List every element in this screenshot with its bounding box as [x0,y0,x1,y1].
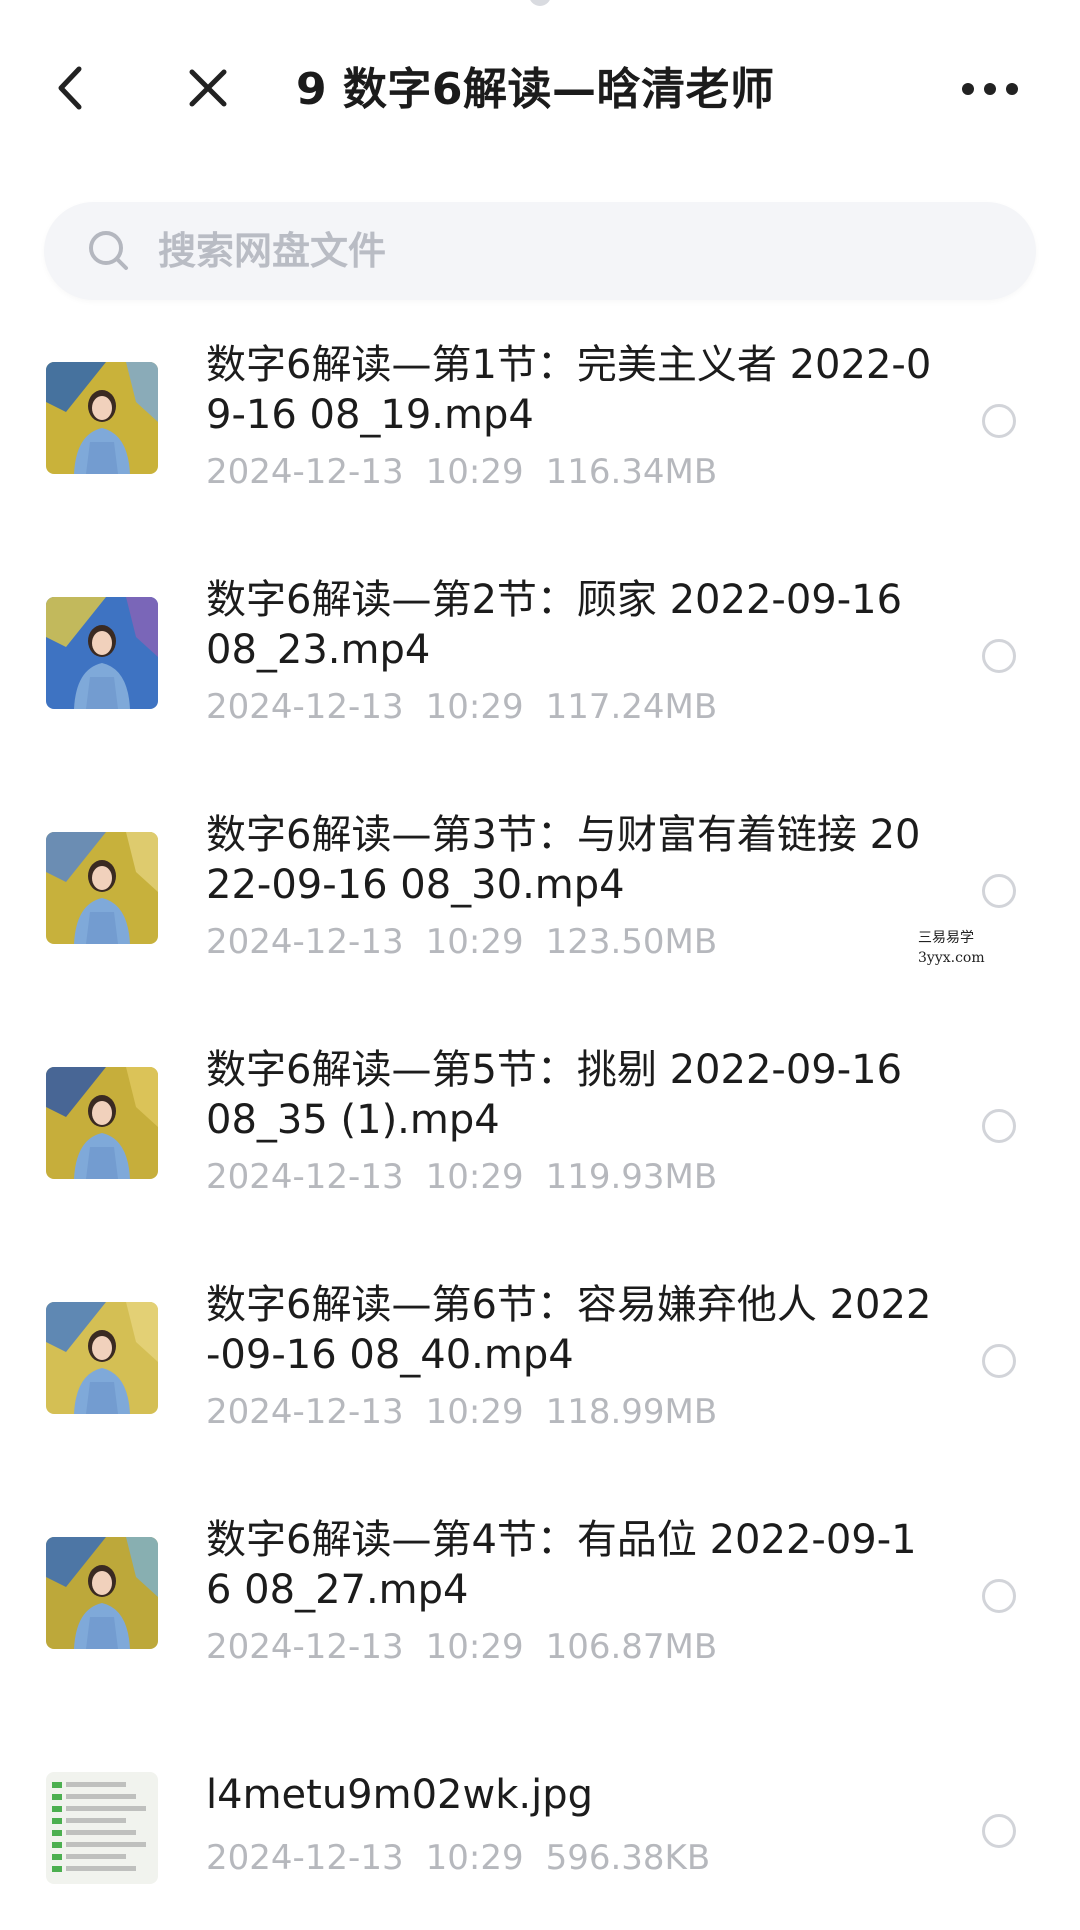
file-size: 123.50MB [545,922,718,962]
file-list-item[interactable]: 数字6解读—第2节：顾家 2022-09-16 08_23.mp4 2024-1… [0,555,1080,790]
file-meta: 2024-12-13 10:29 106.87MB [206,1627,739,1667]
select-radio[interactable] [982,404,1016,438]
file-time: 10:29 [425,452,524,492]
video-thumbnail [46,1302,158,1414]
file-meta: 2024-12-13 10:29 119.93MB [206,1157,739,1197]
file-size: 118.99MB [545,1392,718,1432]
select-radio[interactable] [982,1579,1016,1613]
file-time: 10:29 [425,1157,524,1197]
file-list-item[interactable]: 数字6解读—第3节：与财富有着链接 2022-09-16 08_30.mp4 2… [0,790,1080,1025]
video-thumbnail [46,1537,158,1649]
select-radio[interactable] [982,1344,1016,1378]
video-thumbnail [46,597,158,709]
close-button[interactable] [172,40,244,140]
file-date: 2024-12-13 [206,1627,404,1667]
file-time: 10:29 [425,1838,524,1878]
file-name: 数字6解读—第5节：挑剔 2022-09-16 08_35 (1).mp4 [206,1047,903,1143]
file-meta: 2024-12-13 10:29 123.50MB [206,922,739,962]
page-title: 9 数字6解读—晗清老师 [296,64,775,115]
file-date: 2024-12-13 [206,452,404,492]
video-thumbnail [46,832,158,944]
back-button[interactable] [40,40,100,140]
file-list-item[interactable]: l4metu9m02wk.jpg 2024-12-13 10:29 596.38KB [0,1730,1080,1930]
video-thumbnail [46,362,158,474]
more-horizontal-icon [961,81,1019,100]
file-time: 10:29 [425,687,524,727]
file-date: 2024-12-13 [206,1157,404,1197]
close-icon [187,67,229,113]
chevron-left-icon [55,65,85,115]
file-list-item[interactable]: 数字6解读—第5节：挑剔 2022-09-16 08_35 (1).mp4 20… [0,1025,1080,1260]
file-meta: 2024-12-13 10:29 596.38KB [206,1838,732,1878]
file-meta: 2024-12-13 10:29 118.99MB [206,1392,739,1432]
select-radio[interactable] [982,874,1016,908]
header-bar: 9 数字6解读—晗清老师 [0,40,1080,140]
file-list-item[interactable]: 数字6解读—第4节：有品位 2022-09-16 08_27.mp4 2024-… [0,1495,1080,1730]
file-date: 2024-12-13 [206,687,404,727]
select-radio[interactable] [982,1109,1016,1143]
file-name: 数字6解读—第2节：顾家 2022-09-16 08_23.mp4 [206,577,903,673]
file-size: 119.93MB [545,1157,718,1197]
file-list: 数字6解读—第1节：完美主义者 2022-09-16 08_19.mp4 202… [0,320,1080,1930]
file-list-item[interactable]: 数字6解读—第1节：完美主义者 2022-09-16 08_19.mp4 202… [0,320,1080,555]
file-name: 数字6解读—第1节：完美主义者 2022-09-16 08_19.mp4 [206,342,932,438]
select-radio[interactable] [982,1814,1016,1848]
search-icon [84,226,134,276]
file-size: 596.38KB [545,1838,711,1878]
watermark: 三易易学 3yyx.com [918,928,985,968]
file-size: 116.34MB [545,452,718,492]
file-time: 10:29 [425,922,524,962]
file-size: 117.24MB [545,687,718,727]
watermark-line: 三易易学 [918,930,974,946]
status-indicator [529,0,551,6]
file-date: 2024-12-13 [206,1838,404,1878]
file-list-item[interactable]: 数字6解读—第6节：容易嫌弃他人 2022-09-16 08_40.mp4 20… [0,1260,1080,1495]
file-name: 数字6解读—第4节：有品位 2022-09-16 08_27.mp4 [206,1517,917,1613]
file-date: 2024-12-13 [206,922,404,962]
search-input[interactable] [156,220,1036,282]
file-meta: 2024-12-13 10:29 117.24MB [206,687,739,727]
file-time: 10:29 [425,1392,524,1432]
video-thumbnail [46,1067,158,1179]
watermark-line: 3yyx.com [918,950,985,966]
select-radio[interactable] [982,639,1016,673]
file-name: 数字6解读—第3节：与财富有着链接 2022-09-16 08_30.mp4 [206,812,921,908]
more-button[interactable] [940,40,1040,140]
file-date: 2024-12-13 [206,1392,404,1432]
search-bar[interactable] [44,202,1036,300]
image-thumbnail [46,1772,158,1884]
file-name: l4metu9m02wk.jpg [206,1772,593,1818]
file-name: 数字6解读—第6节：容易嫌弃他人 2022-09-16 08_40.mp4 [206,1282,932,1378]
file-size: 106.87MB [545,1627,718,1667]
file-time: 10:29 [425,1627,524,1667]
file-meta: 2024-12-13 10:29 116.34MB [206,452,739,492]
